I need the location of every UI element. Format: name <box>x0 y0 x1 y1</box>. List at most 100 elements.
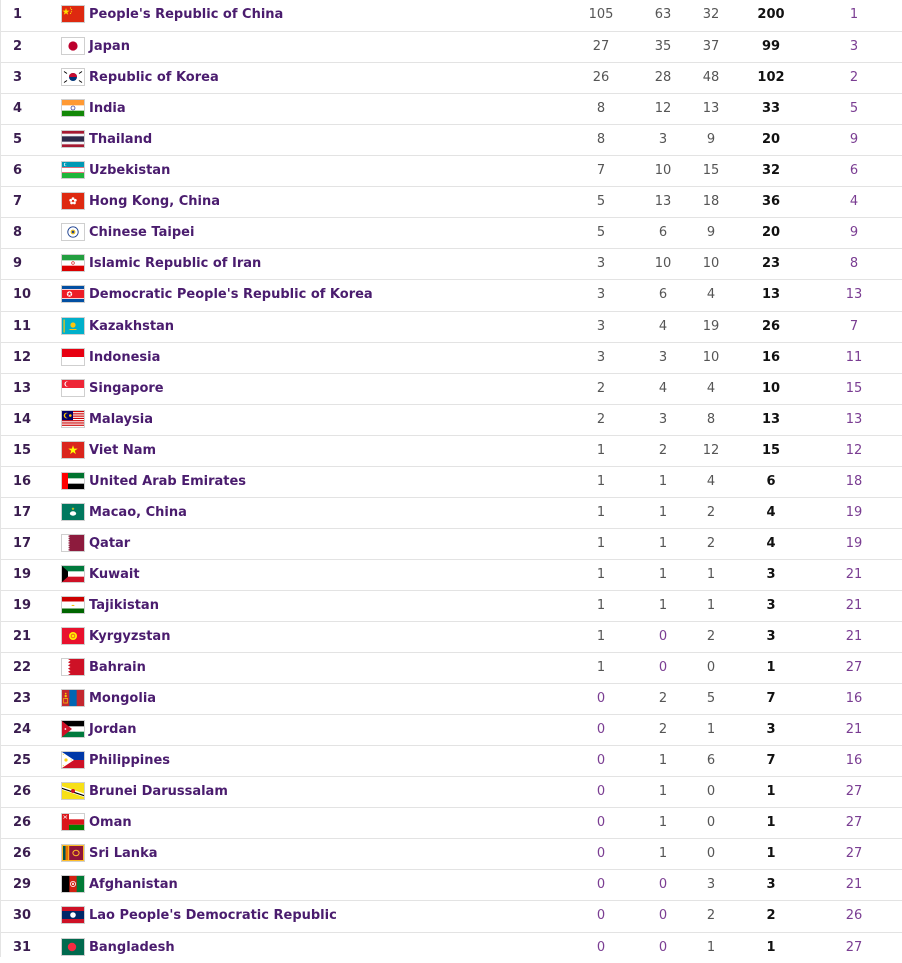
table-row[interactable]: 9 Islamic Republic of Iran 3 10 10 23 8 <box>1 248 902 279</box>
gold-count: 105 <box>588 7 614 22</box>
table-row[interactable]: 13 Singapore 2 4 4 10 15 <box>1 373 902 404</box>
rank-by-total: 27 <box>845 784 863 799</box>
silver-count: 1 <box>658 536 668 551</box>
table-row[interactable]: 1 People's Republic of China 105 63 32 200 1 <box>1 0 902 31</box>
silver-count: 6 <box>658 225 668 240</box>
country-name-link[interactable]: Japan <box>89 32 130 62</box>
table-row[interactable]: 19 Kuwait 1 1 1 3 21 <box>1 559 902 590</box>
total-count: 36 <box>761 194 781 209</box>
table-row[interactable]: 23 Mongolia 0 2 5 7 16 <box>1 683 902 714</box>
table-row[interactable]: 30 Lao People's Democratic Republic 0 0 2 2 26 <box>1 900 902 931</box>
country-name-link[interactable]: Mongolia <box>89 684 156 714</box>
country-name-link[interactable]: Kuwait <box>89 560 140 590</box>
country-name-link[interactable]: Qatar <box>89 529 130 559</box>
country-name-link[interactable]: Philippines <box>89 746 170 776</box>
gold-count: 7 <box>596 163 606 178</box>
qatar-flag-icon <box>61 534 85 552</box>
bronze-count: 10 <box>702 350 720 365</box>
table-row[interactable]: 4 India 8 12 13 33 5 <box>1 93 902 124</box>
bronze-count: 4 <box>706 381 716 396</box>
table-row[interactable]: 17 Qatar 1 1 2 4 19 <box>1 528 902 559</box>
country-name-link[interactable]: Uzbekistan <box>89 156 170 186</box>
country-name-link[interactable]: Viet Nam <box>89 436 156 466</box>
country-name-link[interactable]: Afghanistan <box>89 870 178 900</box>
country-name-link[interactable]: Malaysia <box>89 405 153 435</box>
rank-by-total: 11 <box>845 350 863 365</box>
country-name-link[interactable]: Singapore <box>89 374 164 404</box>
bronze-count: 8 <box>706 412 716 427</box>
total-count: 33 <box>761 101 781 116</box>
country-name-link[interactable]: Jordan <box>89 715 137 745</box>
table-row[interactable]: 17 Macao, China 1 1 2 4 19 <box>1 497 902 528</box>
silver-count: 4 <box>658 319 668 334</box>
country-name-link[interactable]: Democratic People's Republic of Korea <box>89 280 373 310</box>
vietnam-flag-icon <box>61 441 85 459</box>
rank-by-total: 21 <box>845 629 863 644</box>
philippines-flag-icon <box>61 751 85 769</box>
gold-count: 0 <box>596 846 606 861</box>
country-name-link[interactable]: Bahrain <box>89 653 146 683</box>
rank-by-total: 18 <box>845 474 863 489</box>
kyrgyzstan-flag-icon <box>61 627 85 645</box>
country-name-link[interactable]: Indonesia <box>89 343 160 373</box>
table-row[interactable]: 21 Kyrgyzstan 1 0 2 3 21 <box>1 621 902 652</box>
table-row[interactable]: 6 Uzbekistan 7 10 15 32 6 <box>1 155 902 186</box>
table-row[interactable]: 26 Sri Lanka 0 1 0 1 27 <box>1 838 902 869</box>
rank-by-total: 5 <box>849 101 859 116</box>
total-count: 2 <box>766 908 776 923</box>
bronze-count: 1 <box>706 567 716 582</box>
total-count: 13 <box>761 412 781 427</box>
gold-count: 2 <box>596 381 606 396</box>
country-name-link[interactable]: Kazakhstan <box>89 312 174 342</box>
table-row[interactable]: 15 Viet Nam 1 2 12 15 12 <box>1 435 902 466</box>
country-name-link[interactable]: Hong Kong, China <box>89 187 220 217</box>
table-row[interactable]: 7 Hong Kong, China 5 13 18 36 4 <box>1 186 902 217</box>
table-row[interactable]: 3 Republic of Korea 26 28 48 102 2 <box>1 62 902 93</box>
table-row[interactable]: 31 Bangladesh 0 0 1 1 27 <box>1 932 902 963</box>
table-row[interactable]: 25 Philippines 0 1 6 7 16 <box>1 745 902 776</box>
table-row[interactable]: 14 Malaysia 2 3 8 13 13 <box>1 404 902 435</box>
table-row[interactable]: 12 Indonesia 3 3 10 16 11 <box>1 342 902 373</box>
gold-count: 1 <box>596 474 606 489</box>
country-name-link[interactable]: Thailand <box>89 125 152 155</box>
silver-count: 2 <box>658 443 668 458</box>
table-row[interactable]: 22 Bahrain 1 0 0 1 27 <box>1 652 902 683</box>
country-name-link[interactable]: India <box>89 94 126 124</box>
country-name-link[interactable]: Brunei Darussalam <box>89 777 228 807</box>
table-row[interactable]: 29 Afghanistan 0 0 3 3 21 <box>1 869 902 900</box>
table-row[interactable]: 2 Japan 27 35 37 99 3 <box>1 31 902 62</box>
table-row[interactable]: 8 Chinese Taipei 5 6 9 20 9 <box>1 217 902 248</box>
country-name-link[interactable]: Lao People's Democratic Republic <box>89 901 337 931</box>
country-name-link[interactable]: Oman <box>89 808 132 838</box>
rank-by-total: 4 <box>849 194 859 209</box>
rank-by-total: 21 <box>845 877 863 892</box>
table-row[interactable]: 24 Jordan 0 2 1 3 21 <box>1 714 902 745</box>
table-row[interactable]: 26 Oman 0 1 0 1 27 <box>1 807 902 838</box>
table-row[interactable]: 26 Brunei Darussalam 0 1 0 1 27 <box>1 776 902 807</box>
country-name-link[interactable]: Macao, China <box>89 498 187 528</box>
table-row[interactable]: 16 United Arab Emirates 1 1 4 6 18 <box>1 466 902 497</box>
table-row[interactable]: 5 Thailand 8 3 9 20 9 <box>1 124 902 155</box>
country-name-link[interactable]: Islamic Republic of Iran <box>89 249 261 279</box>
country-name-link[interactable]: Bangladesh <box>89 933 175 963</box>
rank-cell: 11 <box>13 319 32 334</box>
country-name-link[interactable]: Republic of Korea <box>89 63 219 93</box>
rank-cell: 2 <box>13 39 23 54</box>
country-name-link[interactable]: Chinese Taipei <box>89 218 194 248</box>
rank-cell: 12 <box>13 350 32 365</box>
country-name-link[interactable]: United Arab Emirates <box>89 467 246 497</box>
rank-cell: 14 <box>13 412 32 427</box>
table-row[interactable]: 19 Tajikistan 1 1 1 3 21 <box>1 590 902 621</box>
table-row[interactable]: 11 Kazakhstan 3 4 19 26 7 <box>1 311 902 342</box>
india-flag-icon <box>61 99 85 117</box>
silver-count: 28 <box>654 70 672 85</box>
table-row[interactable]: 10 Democratic People's Republic of Korea 3… <box>1 279 902 310</box>
rank-by-total: 3 <box>849 39 859 54</box>
country-name-link[interactable]: Tajikistan <box>89 591 159 621</box>
bronze-count: 1 <box>706 598 716 613</box>
rank-by-total: 1 <box>849 7 859 22</box>
country-name-link[interactable]: People's Republic of China <box>89 0 283 30</box>
silver-count: 2 <box>658 722 668 737</box>
country-name-link[interactable]: Kyrgyzstan <box>89 622 170 652</box>
country-name-link[interactable]: Sri Lanka <box>89 839 158 869</box>
